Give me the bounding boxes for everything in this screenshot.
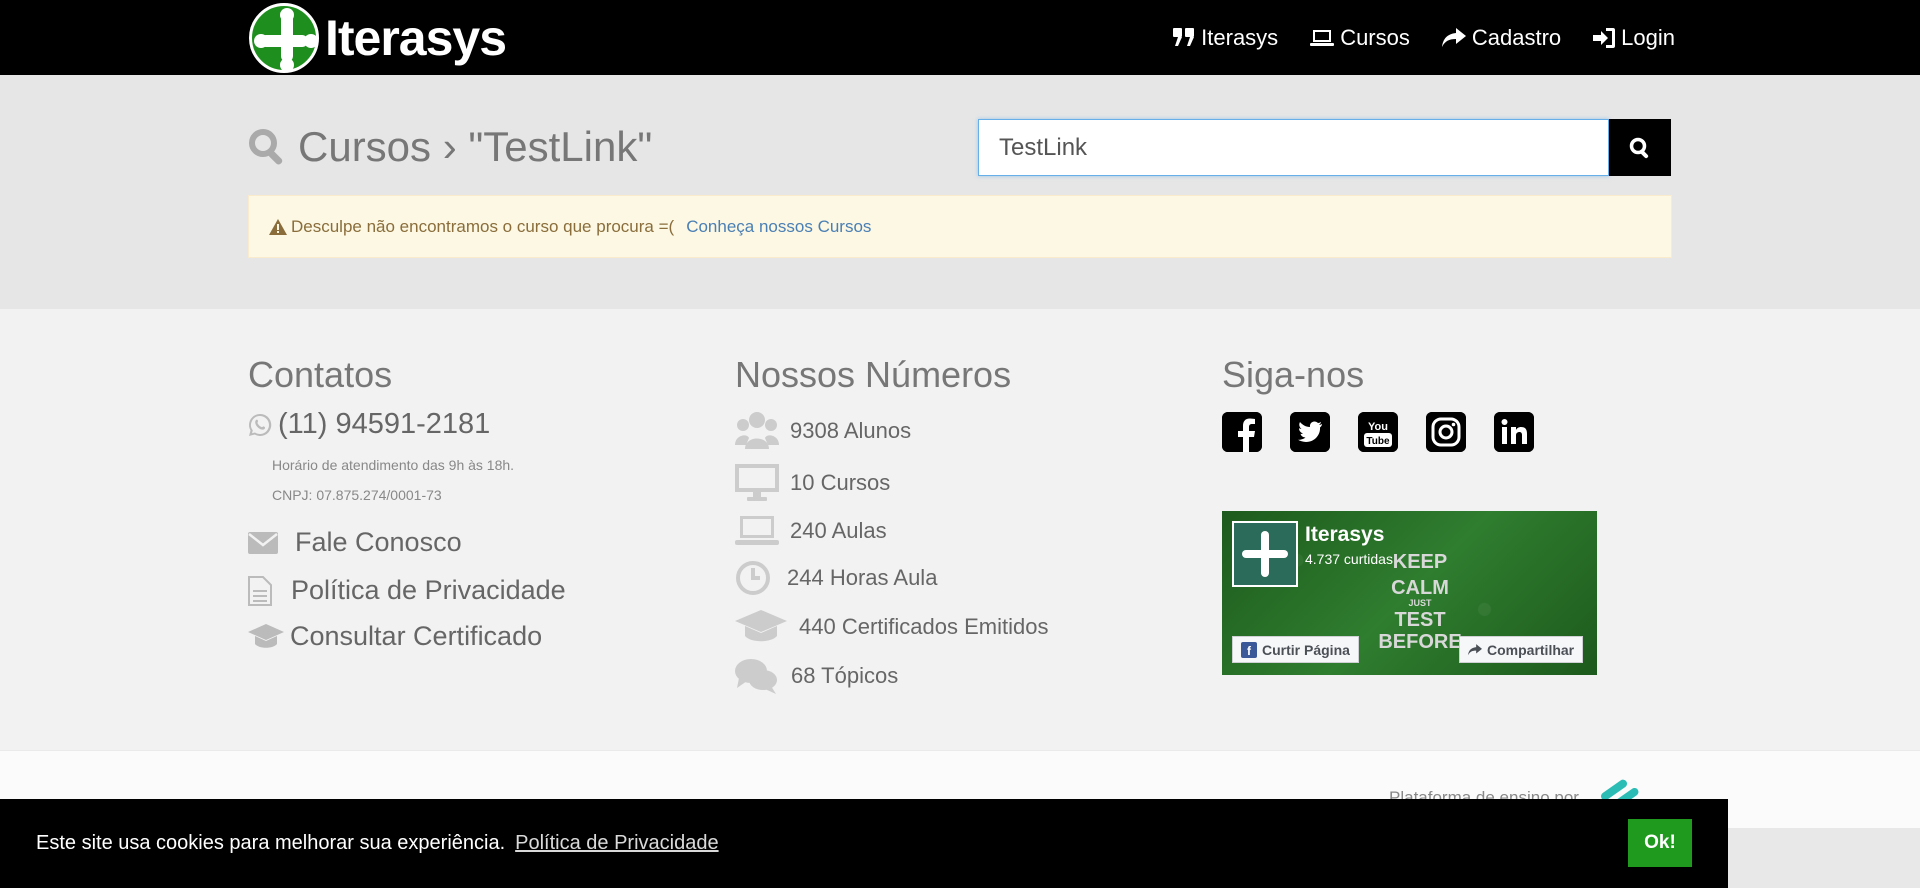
social-links: You Tube [1222, 412, 1534, 452]
fb-page-name: Iterasys [1305, 523, 1385, 546]
numeros-title: Nossos Números [735, 354, 1012, 395]
consultar-certificado-link[interactable]: Consultar Certificado [248, 621, 566, 652]
search-input[interactable] [978, 119, 1609, 176]
iterasys-logo-icon [1232, 521, 1298, 587]
warning-icon [269, 218, 287, 235]
nav-item-cadastro[interactable]: Cadastro [1441, 24, 1562, 51]
search-icon [249, 129, 283, 165]
stat-label: 440 Certificados Emitidos [799, 614, 1049, 639]
facebook-icon: f [1241, 641, 1257, 658]
search-section: Cursos › "TestLink" Desculpe não encontr… [0, 75, 1920, 309]
siga-column: Siga-nos You Tube Iterasys 4.737 curtidas [1222, 354, 1597, 675]
search-icon [1629, 137, 1649, 158]
footer: Contatos (11) 94591-2181 Horário de aten… [0, 309, 1920, 750]
fb-like-button[interactable]: f Curtir Página [1232, 636, 1359, 663]
search-form [978, 119, 1671, 176]
nav-item-iterasys[interactable]: Iterasys [1173, 25, 1278, 51]
document-icon [248, 575, 272, 606]
phone-number: (11) 94591-2181 [248, 408, 566, 441]
stat-alunos: 9308 Alunos [735, 411, 1048, 451]
button-label: Compartilhar [1487, 641, 1575, 658]
nav-item-cursos[interactable]: Cursos [1310, 25, 1410, 51]
calm-text: CALM [1391, 577, 1449, 599]
stat-label: 68 Tópicos [791, 663, 899, 688]
comments-icon [735, 659, 777, 694]
whatsapp-icon [249, 413, 272, 436]
cookie-banner: Este site usa cookies para melhorar sua … [0, 799, 1728, 888]
envelope-icon [248, 531, 278, 554]
brand-link[interactable]: Iterasys [249, 3, 507, 73]
laptop-icon [735, 516, 779, 545]
laptop-icon [1310, 29, 1335, 46]
fale-conosco-link[interactable]: Fale Conosco [248, 527, 566, 558]
stat-topicos: 68 Tópicos [735, 658, 1048, 694]
courses-link[interactable]: Conheça nossos Cursos [686, 217, 871, 237]
instagram-icon[interactable] [1426, 412, 1466, 452]
share-icon [1468, 643, 1482, 655]
test-text: TEST [1394, 608, 1446, 631]
stat-cursos: 10 Cursos [735, 464, 1048, 502]
facebook-icon[interactable] [1222, 412, 1262, 452]
hours-text: Horário de atendimento das 9h às 18h. [272, 457, 515, 473]
stat-certificados: 440 Certificados Emitidos [735, 610, 1048, 644]
phone-text: (11) 94591-2181 [278, 408, 491, 440]
link-label: Política de Privacidade [291, 575, 566, 605]
numeros-column: Nossos Números 9308 Alunos 10 Cursos 240… [735, 354, 1048, 694]
right-strip [1728, 828, 1920, 888]
cnpj-text: CNPJ: 07.875.274/0001-73 [272, 487, 442, 503]
no-results-alert: Desculpe não encontramos o curso que pro… [248, 195, 1672, 258]
graduation-cap-icon [248, 623, 284, 648]
nav-label: Cursos [1340, 24, 1410, 50]
stat-label: 240 Aulas [790, 518, 887, 543]
stat-horas: 244 Horas Aula [735, 560, 1048, 596]
page-title-text: Cursos › "TestLink" [298, 123, 653, 170]
desktop-icon [735, 464, 779, 501]
cookie-ok-button[interactable]: Ok! [1628, 819, 1692, 867]
stat-label: 10 Cursos [790, 470, 891, 495]
stat-label: 9308 Alunos [790, 418, 912, 443]
share-icon [1441, 27, 1466, 47]
iterasys-logo-icon [249, 3, 319, 73]
clock-icon [736, 561, 770, 595]
fb-share-button[interactable]: Compartilhar [1459, 636, 1584, 663]
main-nav: Iterasys Cursos Cadastro Login [1173, 0, 1675, 75]
cookie-text: Este site usa cookies para melhorar sua … [36, 832, 506, 854]
button-label: Curtir Página [1262, 641, 1350, 658]
page-title: Cursos › "TestLink" [248, 123, 652, 171]
link-label: Fale Conosco [295, 527, 462, 557]
siga-title: Siga-nos [1222, 354, 1365, 395]
svg-text:Tube: Tube [1366, 436, 1390, 447]
brand-name: Iterasys [325, 10, 507, 66]
graduation-cap-icon [735, 610, 787, 642]
privacy-policy-link[interactable]: Política de Privacidade [248, 575, 566, 606]
top-navbar: Iterasys Iterasys Cursos Cadastro Login [0, 0, 1920, 75]
alert-text: Desculpe não encontramos o curso que pro… [291, 216, 675, 236]
stat-aulas: 240 Aulas [735, 516, 1048, 546]
nav-item-login[interactable]: Login [1593, 25, 1675, 51]
nav-label: Cadastro [1471, 24, 1562, 50]
svg-text:You: You [1368, 421, 1388, 433]
link-label: Consultar Certificado [290, 621, 543, 651]
sign-in-icon [1593, 27, 1616, 48]
contatos-column: Contatos (11) 94591-2181 Horário de aten… [248, 354, 566, 652]
cookie-privacy-link[interactable]: Política de Privacidade [515, 832, 718, 855]
keep-text: KEEP [1392, 551, 1448, 573]
users-icon [735, 412, 779, 449]
just-text: JUST [1408, 598, 1432, 608]
linkedin-icon[interactable] [1494, 412, 1534, 452]
search-button[interactable] [1609, 119, 1671, 176]
quote-icon [1173, 27, 1195, 46]
contatos-title: Contatos [248, 354, 393, 395]
keep-calm-image-text: KEEP CALM JUST TEST BEFORE [1370, 551, 1470, 653]
stat-label: 244 Horas Aula [787, 565, 938, 590]
twitter-icon[interactable] [1290, 412, 1330, 452]
nav-label: Iterasys [1201, 24, 1279, 50]
youtube-icon[interactable]: You Tube [1358, 412, 1398, 452]
facebook-page-widget[interactable]: Iterasys 4.737 curtidas KEEP CALM JUST T… [1222, 511, 1597, 675]
before-text: BEFORE [1378, 630, 1462, 653]
nav-label: Login [1621, 24, 1675, 50]
